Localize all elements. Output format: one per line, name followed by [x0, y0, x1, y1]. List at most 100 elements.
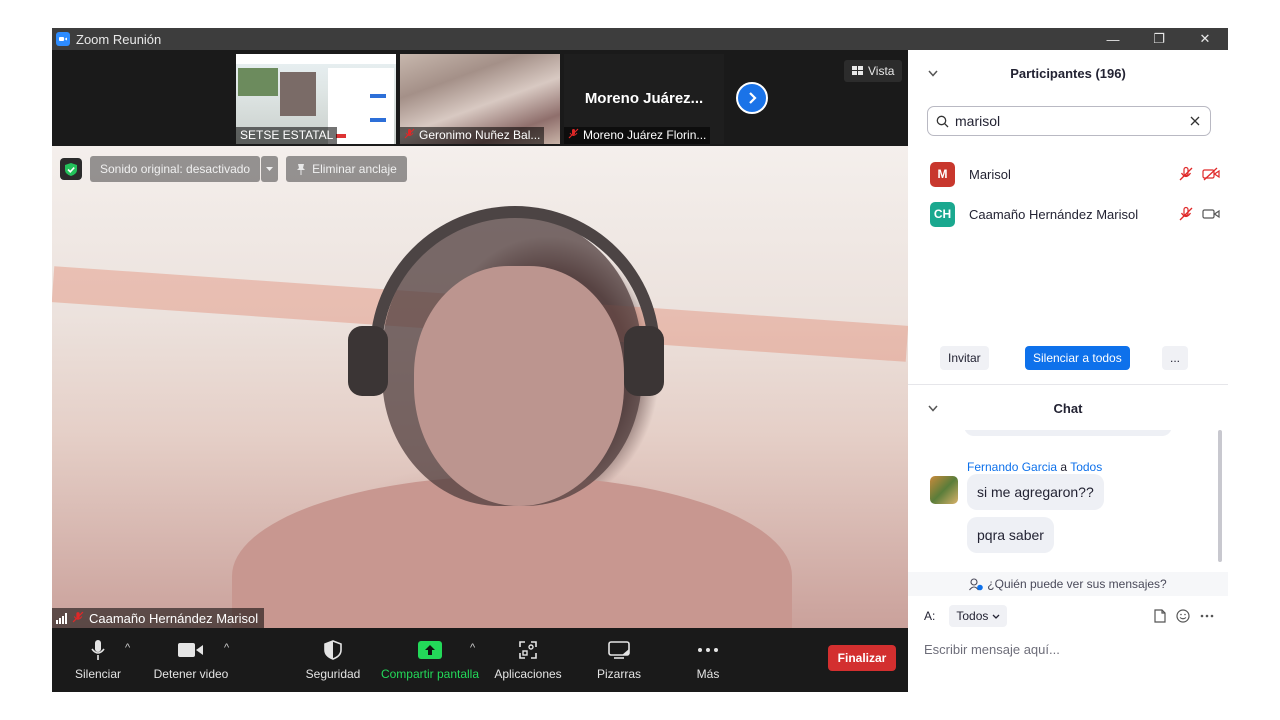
security-button[interactable]: Seguridad: [302, 628, 364, 692]
close-window-button[interactable]: ✕: [1182, 28, 1228, 50]
headset-ear-left: [348, 326, 388, 396]
participant-thumbnail[interactable]: Moreno Juárez... Moreno Juárez Florin...: [564, 54, 724, 144]
next-page-button[interactable]: [736, 82, 768, 114]
video-options-caret-icon[interactable]: ^: [224, 642, 229, 654]
share-options-caret-icon[interactable]: ^: [470, 642, 475, 654]
thumbnail-name: SETSE ESTATAL: [236, 127, 338, 144]
mute-button[interactable]: Silenciar: [72, 628, 124, 692]
mute-all-button[interactable]: Silenciar a todos: [1025, 346, 1130, 370]
participant-name: Marisol: [969, 166, 1011, 182]
previous-message-bubble: [964, 430, 1172, 436]
chat-recipient-row: A: Todos: [924, 604, 1214, 628]
sender-to-word: a: [1060, 460, 1068, 474]
sender-name[interactable]: Fernando Garcia: [967, 460, 1057, 474]
muted-mic-icon: [404, 127, 415, 144]
encryption-shield-icon[interactable]: [60, 158, 82, 180]
file-icon[interactable]: [1154, 609, 1166, 623]
participant-thumbnail[interactable]: Geronimo Nuñez Bal...: [400, 54, 560, 144]
recipient-label: A:: [924, 609, 936, 623]
zoom-app-icon: [56, 32, 70, 46]
side-panel: Participantes (196) M Marisol CH Caamaño…: [908, 50, 1228, 692]
title-bar: Zoom Reunión — ❐ ✕: [52, 28, 1228, 50]
avatar: CH: [930, 201, 955, 227]
share-screen-button[interactable]: Compartir pantalla: [378, 628, 482, 692]
message-sender: Fernando Garcia a Todos: [967, 460, 1102, 474]
video-off-icon: [1202, 167, 1220, 181]
chat-message: si me agregaron??: [967, 474, 1104, 510]
participant-status-icons: [1178, 166, 1220, 182]
apps-button[interactable]: Aplicaciones: [492, 628, 564, 692]
more-button[interactable]: Más: [682, 628, 734, 692]
window-controls: — ❐ ✕: [1090, 28, 1228, 50]
restore-button[interactable]: ❐: [1136, 28, 1182, 50]
chat-message: pqra saber: [967, 517, 1054, 553]
whiteboard-icon: [608, 639, 630, 661]
muted-mic-icon: [1179, 166, 1193, 181]
chevron-down-icon: [992, 614, 1000, 619]
chevron-right-icon: [749, 92, 757, 104]
invite-button[interactable]: Invitar: [940, 346, 989, 370]
participant-row-marisol[interactable]: M Marisol: [930, 160, 1220, 188]
search-icon: [936, 115, 949, 127]
unpin-button[interactable]: Eliminar anclaje: [286, 156, 407, 182]
chat-header: Chat: [908, 390, 1228, 426]
participants-header: Participantes (196): [908, 50, 1228, 96]
audio-options-caret-icon[interactable]: ^: [125, 642, 130, 654]
chat-tools: [1154, 609, 1214, 623]
collapse-participants-icon[interactable]: [928, 66, 938, 80]
message-visibility-info[interactable]: ¿Quién puede ver sus mensajes?: [908, 572, 1228, 596]
message-target: Todos: [1070, 460, 1103, 474]
participants-more-button[interactable]: ...: [1162, 346, 1189, 370]
participant-search-input[interactable]: [955, 113, 1190, 129]
participant-name: Caamaño Hernández Marisol: [969, 206, 1139, 222]
video-camera-icon: [1202, 209, 1220, 219]
view-button[interactable]: Vista: [844, 60, 903, 82]
collapse-chat-icon[interactable]: [928, 401, 938, 415]
end-meeting-button[interactable]: Finalizar: [828, 645, 896, 671]
muted-mic-icon: [72, 611, 84, 626]
thumbnail-display-name: Moreno Juárez...: [584, 90, 704, 107]
emoji-icon[interactable]: [1176, 609, 1190, 623]
chat-message-input[interactable]: [924, 638, 1214, 660]
signal-strength-icon: [56, 612, 67, 624]
grid-icon: [852, 66, 863, 75]
panel-divider: [908, 384, 1228, 385]
thumbnail-strip: SETSE ESTATAL Geronimo Nuñez Bal... More…: [52, 50, 908, 146]
video-top-controls: Sonido original: desactivado Eliminar an…: [60, 156, 407, 182]
pin-icon: [297, 164, 306, 175]
original-sound-dropdown[interactable]: [261, 156, 279, 182]
speaker-name-tag: Caamaño Hernández Marisol: [52, 608, 265, 628]
avatar: [930, 476, 958, 504]
more-dots-icon: [697, 639, 719, 661]
muted-mic-icon: [568, 127, 579, 144]
microphone-icon: [91, 639, 105, 661]
clear-search-icon[interactable]: [1190, 116, 1200, 126]
more-dots-icon[interactable]: [1200, 614, 1214, 618]
participants-actions: Invitar Silenciar a todos ...: [908, 346, 1228, 376]
participant-thumbnail[interactable]: SETSE ESTATAL: [236, 54, 396, 144]
thumbnail-name: Geronimo Nuñez Bal...: [400, 127, 545, 144]
chat-messages: Fernando Garcia a Todos si me agregaron?…: [908, 430, 1228, 572]
window-title: Zoom Reunión: [76, 31, 162, 47]
video-camera-icon: [178, 639, 204, 661]
whiteboards-button[interactable]: Pizarras: [592, 628, 646, 692]
headset-ear-right: [624, 326, 664, 396]
original-sound-button[interactable]: Sonido original: desactivado: [90, 156, 261, 182]
person-info-icon: [969, 577, 984, 590]
minimize-button[interactable]: —: [1090, 28, 1136, 50]
muted-mic-icon: [1179, 206, 1193, 221]
apps-icon: [519, 639, 537, 661]
meeting-toolbar: Silenciar ^ Detener video ^ Seguridad Co…: [52, 628, 908, 692]
chat-scrollbar[interactable]: [1218, 430, 1222, 562]
stop-video-button[interactable]: Detener video: [150, 628, 232, 692]
meeting-area: SETSE ESTATAL Geronimo Nuñez Bal... More…: [52, 50, 908, 692]
shield-icon: [324, 639, 342, 661]
participant-row-caamano-hernandez-marisol[interactable]: CH Caamaño Hernández Marisol: [930, 200, 1220, 228]
caret-down-icon: [266, 167, 274, 171]
participant-search-box[interactable]: [927, 106, 1211, 136]
avatar: M: [930, 161, 955, 187]
participant-status-icons: [1178, 206, 1220, 222]
recipient-select[interactable]: Todos: [949, 605, 1008, 627]
thumbnail-name: Moreno Juárez Florin...: [564, 127, 711, 144]
headset-band: [370, 206, 660, 386]
